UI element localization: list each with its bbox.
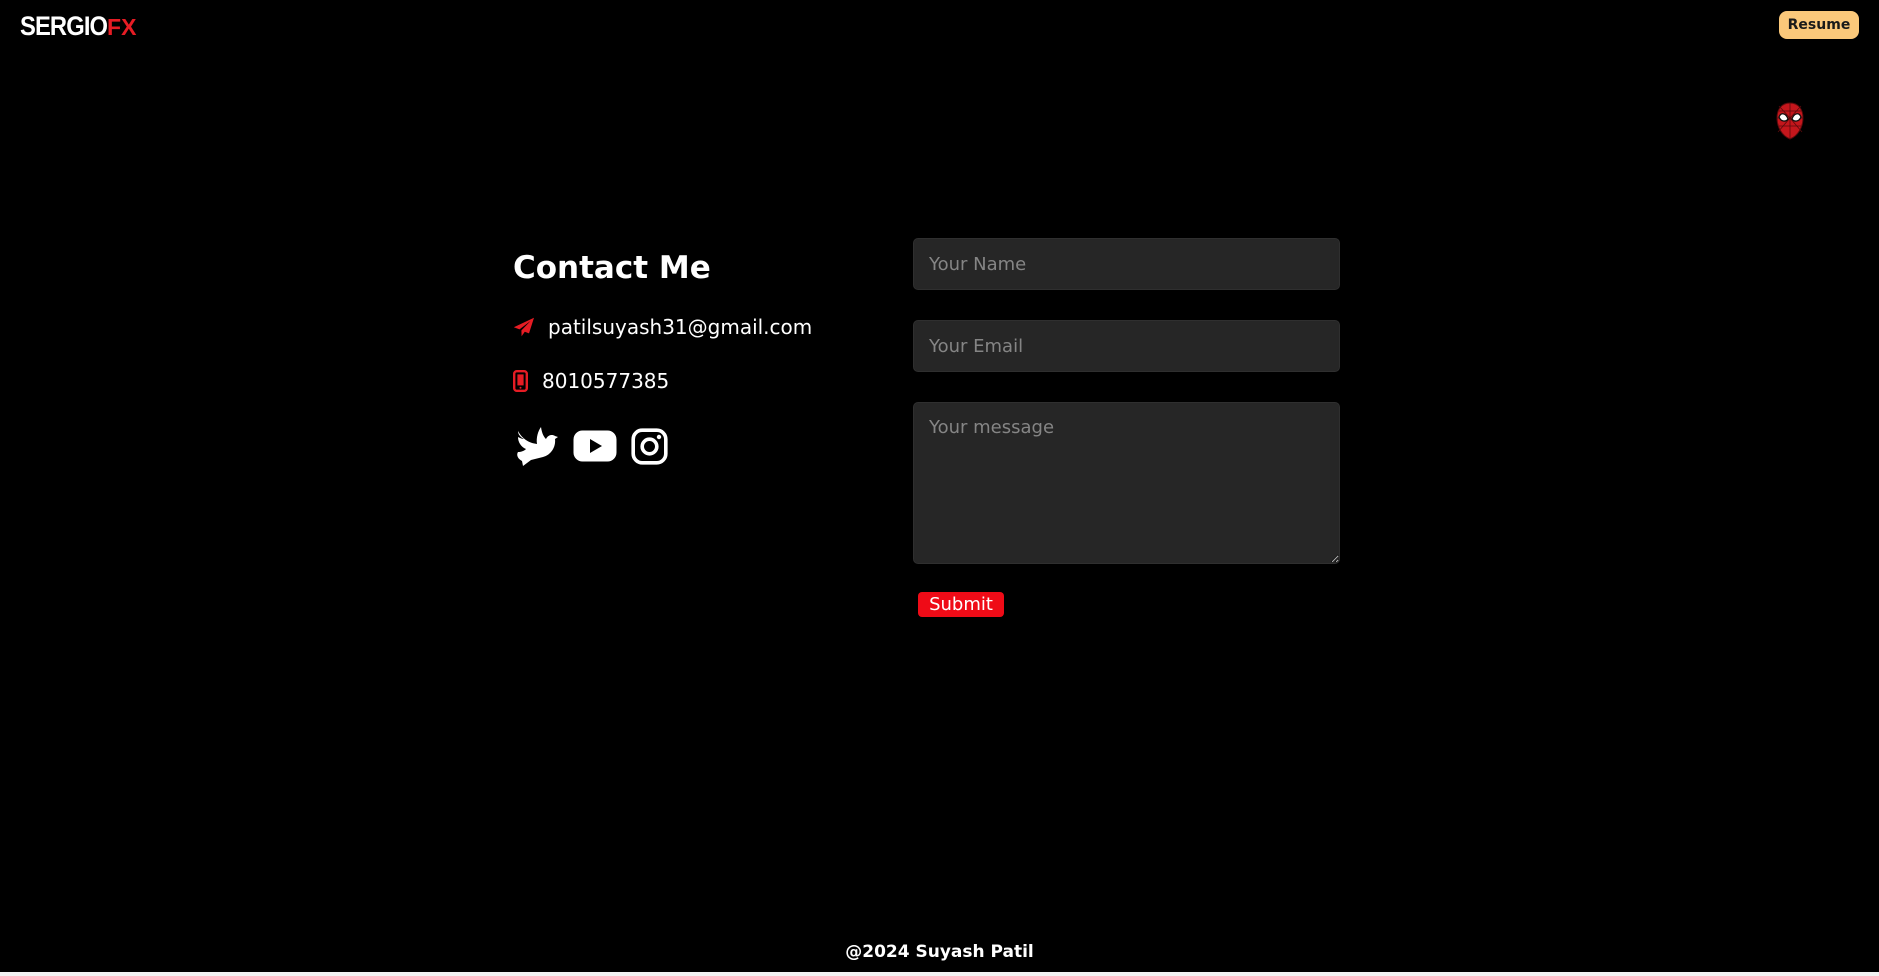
email-row: patilsuyash31@gmail.com [513,312,812,342]
mobile-phone-icon [513,370,528,392]
email-input[interactable] [913,320,1340,372]
contact-title: Contact Me [513,250,711,286]
phone-text[interactable]: 8010577385 [542,366,669,396]
spiderman-mask-icon[interactable] [1775,102,1805,140]
submit-button[interactable]: Submit [918,592,1004,617]
footer-copyright: @2024 Suyash Patil [845,942,1034,962]
logo-main-text: SERGIO [20,11,108,41]
contact-page: SERGIO FX Resume Contact Me patilsuyash3… [0,0,1879,976]
phone-row: 8010577385 [513,366,669,396]
message-textarea[interactable] [913,402,1340,564]
youtube-icon[interactable] [573,430,617,462]
email-text[interactable]: patilsuyash31@gmail.com [548,312,812,342]
instagram-icon[interactable] [631,427,668,465]
spiderman-mask-graphic [1776,102,1804,140]
social-links [515,425,682,467]
dove-icon[interactable] [515,425,559,467]
site-logo[interactable]: SERGIO FX [20,8,136,44]
bottom-divider [0,972,1879,976]
resume-button[interactable]: Resume [1779,11,1859,39]
logo-accent-text: FX [107,14,137,40]
name-input[interactable] [913,238,1340,290]
paper-plane-icon [513,317,535,337]
